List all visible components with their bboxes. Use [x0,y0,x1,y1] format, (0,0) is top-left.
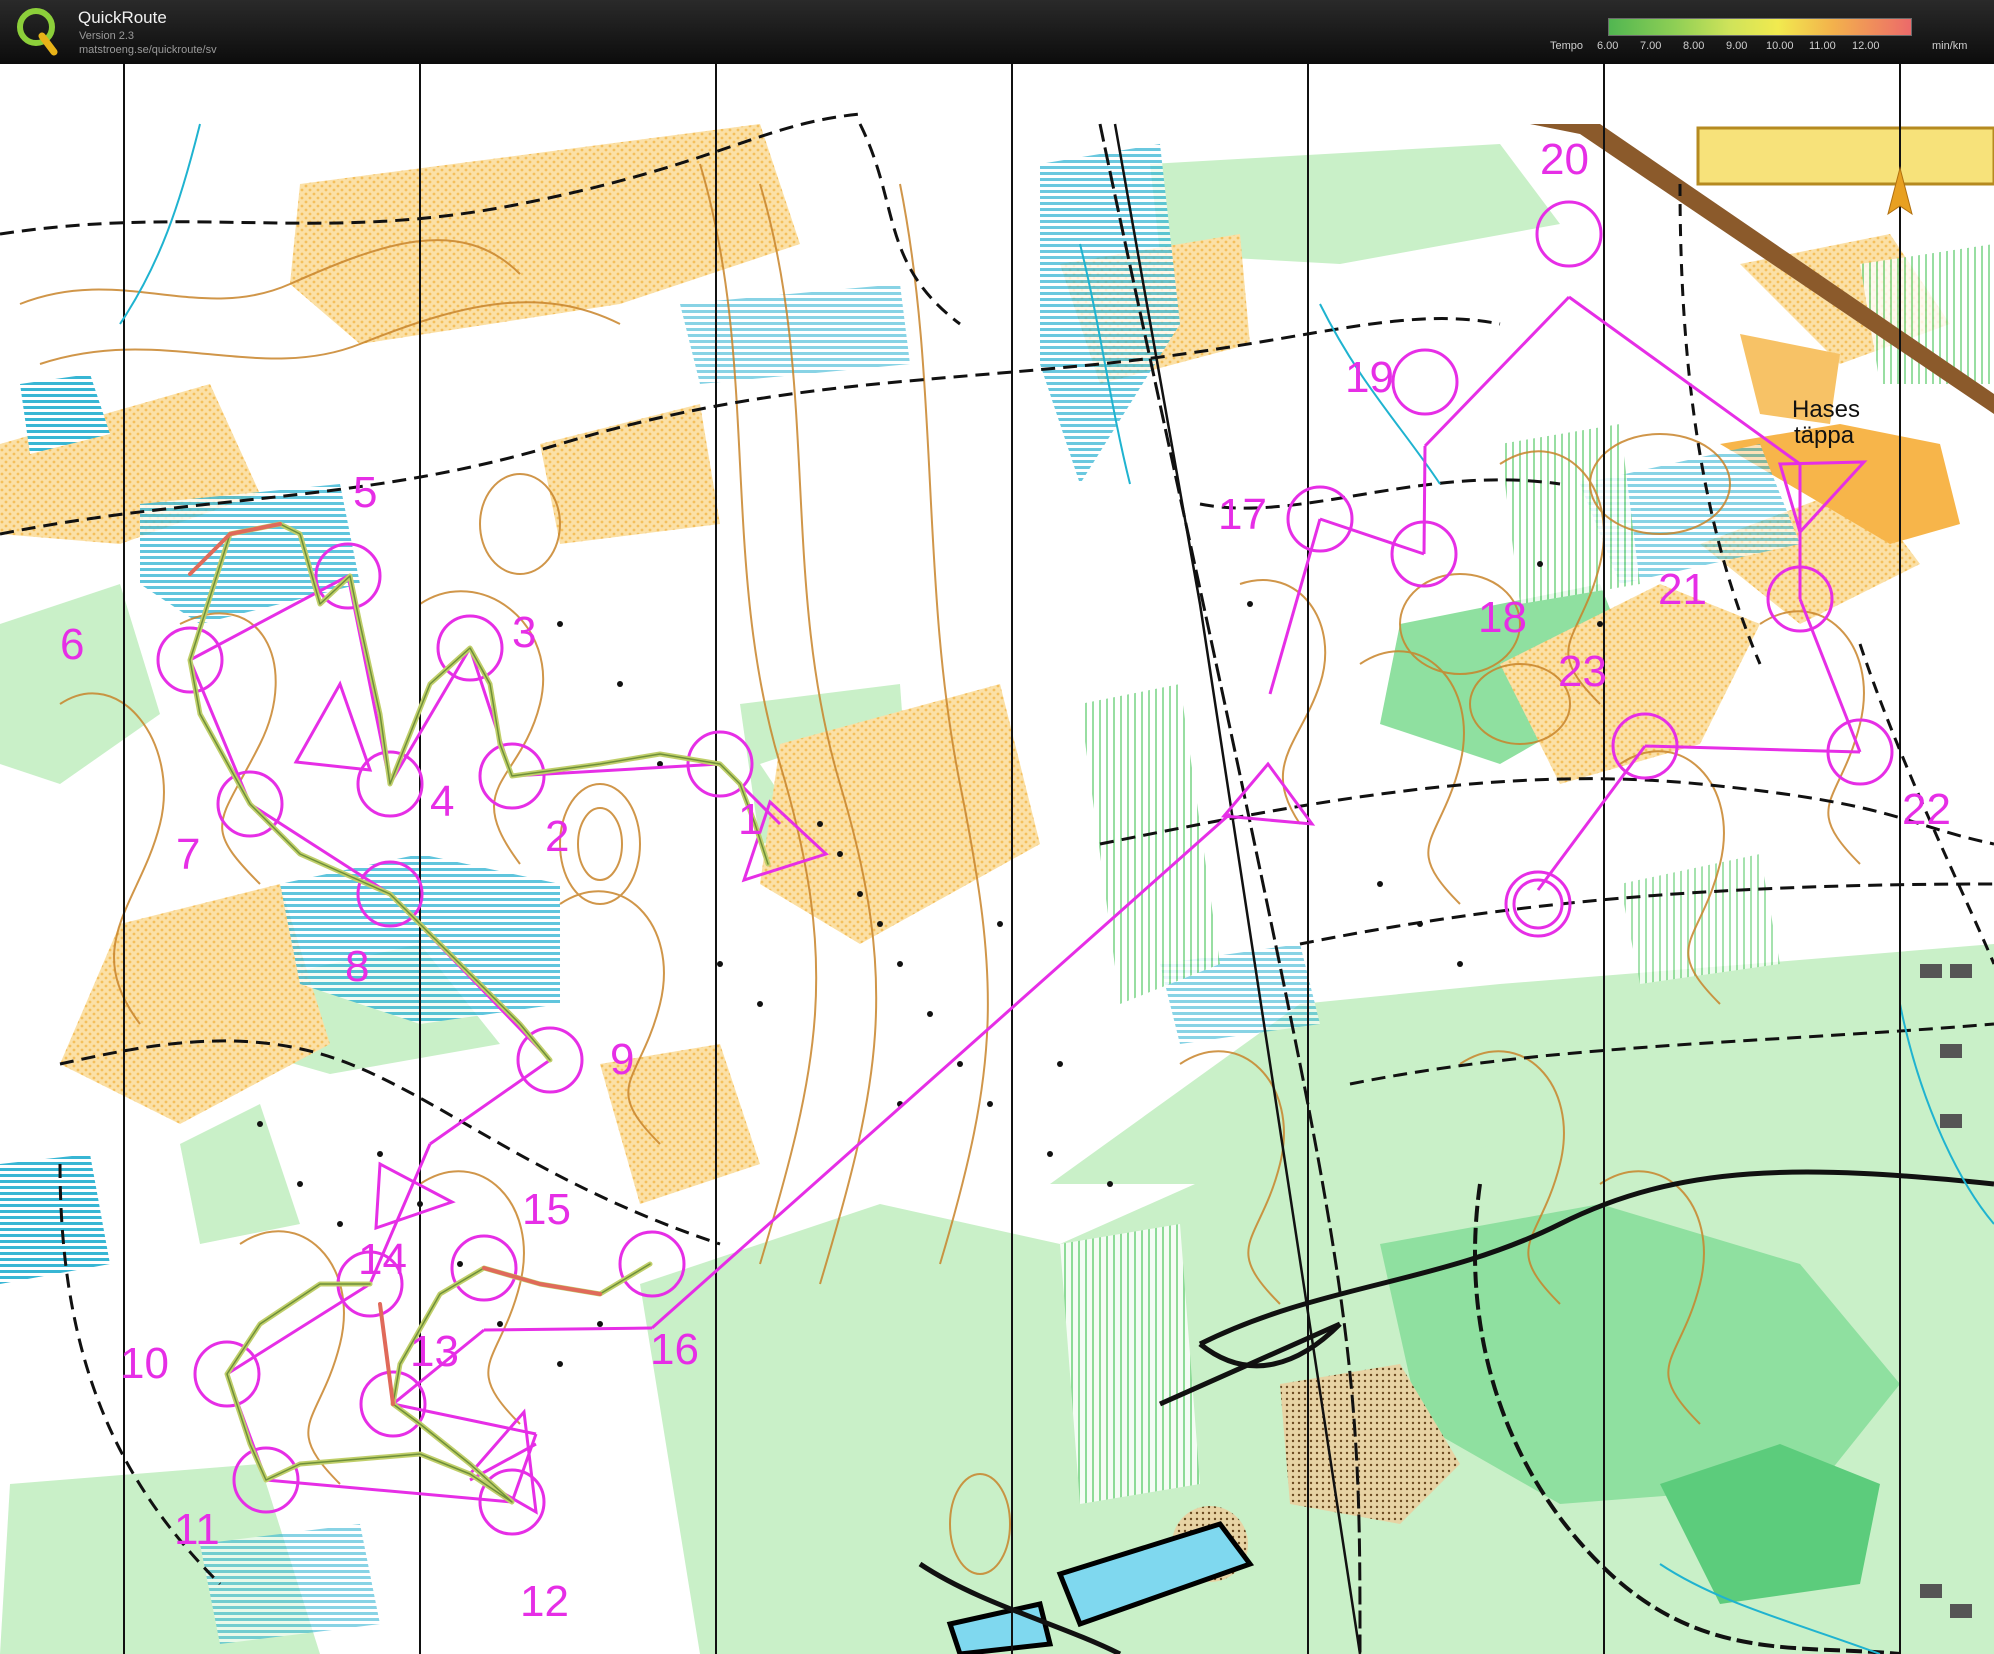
app-header: QuickRoute Version 2.3 matstroeng.se/qui… [0,0,1994,64]
control-number-11: 11 [174,1505,220,1554]
tempo-tick: 6.00 [1597,40,1619,52]
control-number-15: 15 [522,1185,571,1234]
quickroute-logo-icon [17,8,58,56]
control-number-2: 2 [545,812,569,861]
control-number-9: 9 [610,1035,634,1084]
control-number-10: 10 [120,1339,169,1388]
control-number-18: 18 [1478,593,1527,642]
app-url: matstroeng.se/quickroute/sv [79,44,217,56]
control-number-20: 20 [1540,135,1589,184]
control-number-6: 6 [60,620,84,669]
app-title: QuickRoute [78,8,167,27]
control-number-17: 17 [1218,490,1267,539]
control-number-16: 16 [650,1325,699,1374]
control-number-8: 8 [345,942,369,991]
tempo-tick: 8.00 [1683,40,1705,52]
control-number-7: 7 [176,830,200,879]
place-name-line2: täppa [1794,422,1855,449]
control-number-14: 14 [358,1235,407,1284]
control-number-4: 4 [430,777,454,826]
control-number-23: 23 [1558,647,1607,696]
control-number-12: 12 [520,1577,569,1626]
control-number-22: 22 [1902,785,1951,834]
tempo-tick: 7.00 [1640,40,1662,52]
tempo-tick: 11.00 [1809,40,1836,52]
tempo-color-scale [1608,18,1912,36]
tempo-unit: min/km [1932,40,1968,52]
tempo-tick: 10.00 [1766,40,1794,52]
tempo-label: Tempo [1550,40,1584,52]
place-name-line1: Hases [1792,396,1860,423]
orienteering-map[interactable]: 1 2 3 4 5 6 7 8 9 10 11 12 13 14 15 16 1… [0,64,1994,1654]
app-version: Version 2.3 [79,30,135,42]
control-number-5: 5 [353,468,377,517]
control-number-19: 19 [1345,353,1394,402]
tempo-tick: 12.00 [1852,40,1880,52]
control-number-1: 1 [738,795,762,844]
control-number-13: 13 [410,1327,459,1376]
tempo-tick: 9.00 [1726,40,1748,52]
place-name: Hases täppa [1792,396,1860,449]
control-number-21: 21 [1658,565,1707,614]
map-terrain [0,64,1994,1654]
control-number-3: 3 [512,608,536,657]
